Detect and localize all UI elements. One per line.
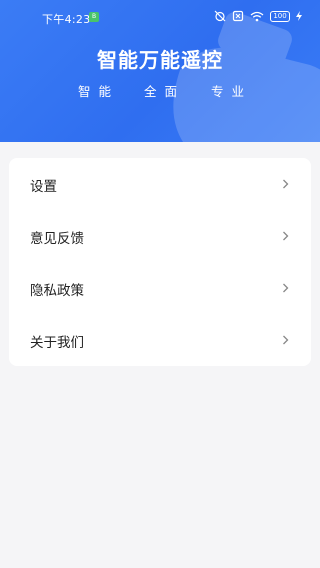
status-time: 下午4:23	[42, 13, 91, 26]
menu-item-settings[interactable]: 设置	[9, 158, 311, 210]
chevron-right-icon	[283, 283, 289, 293]
menu-item-label: 隐私政策	[30, 283, 84, 299]
menu-card: 设置 意见反馈 隐私政策 关于我们	[9, 158, 311, 366]
app-header: 下午4:23 B 100 智能万能遥控 智能 全面 专业	[0, 0, 320, 142]
chevron-right-icon	[283, 179, 289, 189]
no-sim-icon	[232, 10, 244, 22]
notification-app-icon: B	[89, 12, 99, 22]
menu-item-label: 设置	[30, 179, 57, 195]
status-bar: 下午4:23 B 100	[0, 0, 320, 32]
menu-item-privacy-policy[interactable]: 隐私政策	[9, 262, 311, 314]
status-icons: 100	[214, 10, 302, 22]
page-title: 智能万能遥控	[97, 48, 223, 72]
tagline-professional: 专业	[211, 84, 253, 99]
tagline-smart: 智能	[78, 84, 120, 99]
chevron-right-icon	[283, 231, 289, 241]
tagline-comprehensive: 全面	[144, 84, 186, 99]
menu-item-about-us[interactable]: 关于我们	[9, 314, 311, 366]
alarm-off-icon	[214, 10, 226, 22]
battery-indicator: 100	[270, 10, 290, 22]
menu-item-label: 意见反馈	[30, 231, 84, 247]
wifi-icon	[250, 11, 264, 21]
charging-icon	[296, 11, 302, 21]
menu-item-feedback[interactable]: 意见反馈	[9, 210, 311, 262]
menu-item-label: 关于我们	[30, 335, 84, 351]
chevron-right-icon	[283, 335, 289, 345]
